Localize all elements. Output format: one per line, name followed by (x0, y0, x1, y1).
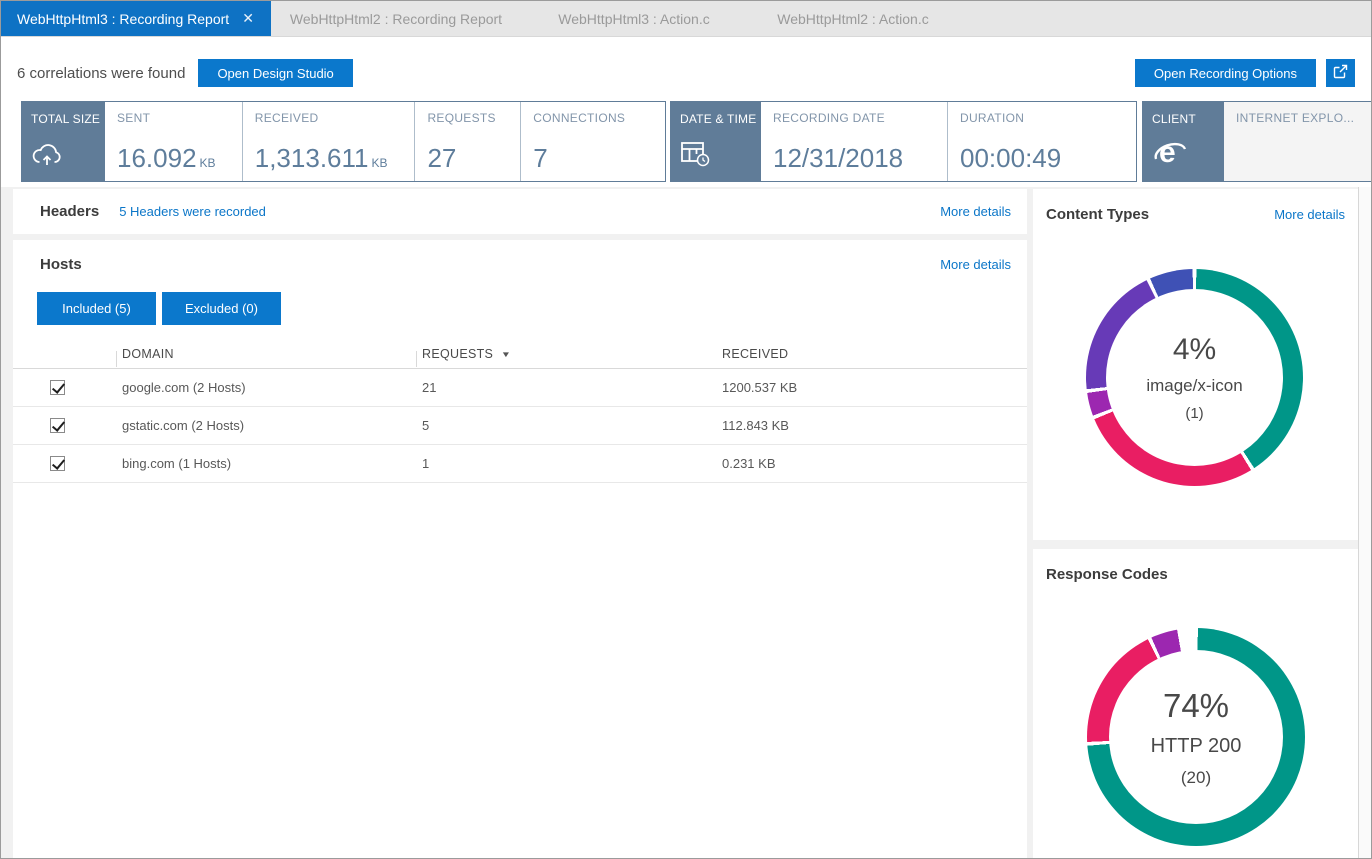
tab-bar: WebHttpHtml3 : Recording Report ✕ WebHtt… (1, 1, 1371, 37)
content-types-section: Content Types More details 4% image/x-ic… (1033, 189, 1358, 540)
content-types-more-details-link[interactable]: More details (1274, 207, 1345, 222)
stat-client-browser: INTERNET EXPLO... (1224, 102, 1371, 181)
domain-cell: gstatic.com (2 Hosts) (116, 418, 416, 433)
open-in-new-window-button[interactable] (1326, 59, 1355, 87)
stat-received: RECEIVED 1,313.611KB (242, 102, 415, 181)
toolbar: 6 correlations were found Open Design St… (1, 43, 1371, 103)
toolbar-right: Open Recording Options (1135, 59, 1355, 87)
tab-label: WebHttpHtml2 : Action.c (777, 11, 928, 27)
tab-label: WebHttpHtml3 : Action.c (558, 11, 709, 27)
stat-requests: REQUESTS 27 (414, 102, 520, 181)
hosts-more-details-link[interactable]: More details (940, 257, 1011, 272)
client-label: CLIENT (1152, 112, 1216, 126)
headers-recorded-link[interactable]: 5 Headers were recorded (119, 204, 266, 219)
client-group: CLIENT e INTERNET EXPLO... (1142, 101, 1371, 182)
headers-more-details-link[interactable]: More details (940, 204, 1011, 219)
domain-cell: google.com (2 Hosts) (116, 380, 416, 395)
date-time-header: DATE & TIME (671, 102, 761, 181)
total-size-group: TOTAL SIZE SENT 16.092KB RECEIVED (21, 101, 666, 182)
cloud-upload-icon (31, 142, 97, 172)
content-types-head: Content Types More details (1033, 189, 1358, 223)
stats-row: TOTAL SIZE SENT 16.092KB RECEIVED (1, 101, 1371, 187)
column-header-domain[interactable]: DOMAIN (116, 347, 416, 361)
table-row: gstatic.com (2 Hosts) 5 112.843 KB (13, 407, 1027, 445)
internet-explorer-icon: e (1152, 136, 1216, 172)
received-cell: 112.843 KB (716, 418, 1027, 433)
table-row: bing.com (1 Hosts) 1 0.231 KB (13, 445, 1027, 483)
hosts-section: Hosts More details Included (5) Excluded… (13, 240, 1027, 858)
donut-center-label: 4% image/x-icon (1) (1106, 289, 1283, 466)
content-types-title: Content Types (1046, 206, 1149, 223)
response-codes-section: Response Codes 74% HTTP 200 (20) (1033, 549, 1358, 858)
date-time-group: DATE & TIME RECORDING DATE 12/31/2018 (670, 101, 1137, 182)
correlations-found-text: 6 correlations were found (17, 65, 185, 82)
client-header: CLIENT e (1143, 102, 1224, 181)
table-row: google.com (2 Hosts) 21 1200.537 KB (13, 369, 1027, 407)
included-hosts-button[interactable]: Included (5) (37, 292, 156, 325)
stat-recording-date: RECORDING DATE 12/31/2018 (761, 102, 947, 181)
total-size-label: TOTAL SIZE (31, 112, 97, 126)
hosts-table-header: DOMAIN REQUESTS ▼ RECEIVED (13, 340, 1027, 369)
response-codes-title: Response Codes (1046, 566, 1168, 583)
recording-report-window: WebHttpHtml3 : Recording Report ✕ WebHtt… (0, 0, 1372, 859)
headers-title: Headers (40, 203, 99, 220)
donut-center-label: 74% HTTP 200 (20) (1109, 650, 1283, 824)
column-header-received[interactable]: RECEIVED (716, 347, 1027, 361)
stat-duration: DURATION 00:00:49 (947, 102, 1136, 181)
total-size-header: TOTAL SIZE (22, 102, 105, 181)
hosts-table: DOMAIN REQUESTS ▼ RECEIVED google.com (2… (13, 340, 1027, 483)
host-checkbox[interactable] (50, 418, 65, 433)
domain-cell: bing.com (1 Hosts) (116, 456, 416, 471)
external-link-icon (1333, 64, 1348, 82)
column-header-requests[interactable]: REQUESTS ▼ (416, 347, 716, 361)
host-filter-buttons: Included (5) Excluded (0) (13, 288, 1027, 325)
open-recording-options-button[interactable]: Open Recording Options (1135, 59, 1316, 87)
open-design-studio-button[interactable]: Open Design Studio (198, 59, 352, 87)
tab-label: WebHttpHtml3 : Recording Report (17, 11, 238, 27)
response-codes-head: Response Codes (1033, 549, 1358, 583)
received-cell: 1200.537 KB (716, 380, 1027, 395)
received-cell: 0.231 KB (716, 456, 1027, 471)
tab-action-c-2[interactable]: WebHttpHtml2 : Action.c (747, 1, 959, 36)
host-checkbox[interactable] (50, 380, 65, 395)
right-scrollbar-gutter[interactable] (1358, 187, 1371, 858)
headers-section: Headers 5 Headers were recorded More det… (13, 189, 1027, 234)
content-types-donut-chart[interactable]: 4% image/x-icon (1) (1086, 269, 1303, 486)
report-header-area: 6 correlations were found Open Design St… (1, 37, 1371, 187)
tab-recording-report-2[interactable]: WebHttpHtml2 : Recording Report (271, 1, 521, 36)
host-checkbox[interactable] (50, 456, 65, 471)
excluded-hosts-button[interactable]: Excluded (0) (162, 292, 281, 325)
requests-cell: 1 (416, 456, 716, 471)
svg-text:e: e (1159, 136, 1176, 167)
response-codes-donut-chart[interactable]: 74% HTTP 200 (20) (1087, 628, 1305, 846)
stat-connections: CONNECTIONS 7 (520, 102, 665, 181)
close-icon[interactable]: ✕ (238, 10, 258, 27)
report-content: Headers 5 Headers were recorded More det… (1, 187, 1371, 858)
tab-label: WebHttpHtml2 : Recording Report (290, 11, 502, 27)
calendar-clock-icon (680, 139, 753, 172)
requests-cell: 21 (416, 380, 716, 395)
date-time-label: DATE & TIME (680, 112, 753, 126)
tab-recording-report-3[interactable]: WebHttpHtml3 : Recording Report ✕ (1, 1, 271, 36)
stat-sent: SENT 16.092KB (105, 102, 242, 181)
hosts-title: Hosts (40, 256, 82, 273)
requests-cell: 5 (416, 418, 716, 433)
tab-action-c-3[interactable]: WebHttpHtml3 : Action.c (521, 1, 747, 36)
hosts-head: Hosts More details (13, 240, 1027, 288)
sort-desc-icon: ▼ (501, 350, 512, 359)
